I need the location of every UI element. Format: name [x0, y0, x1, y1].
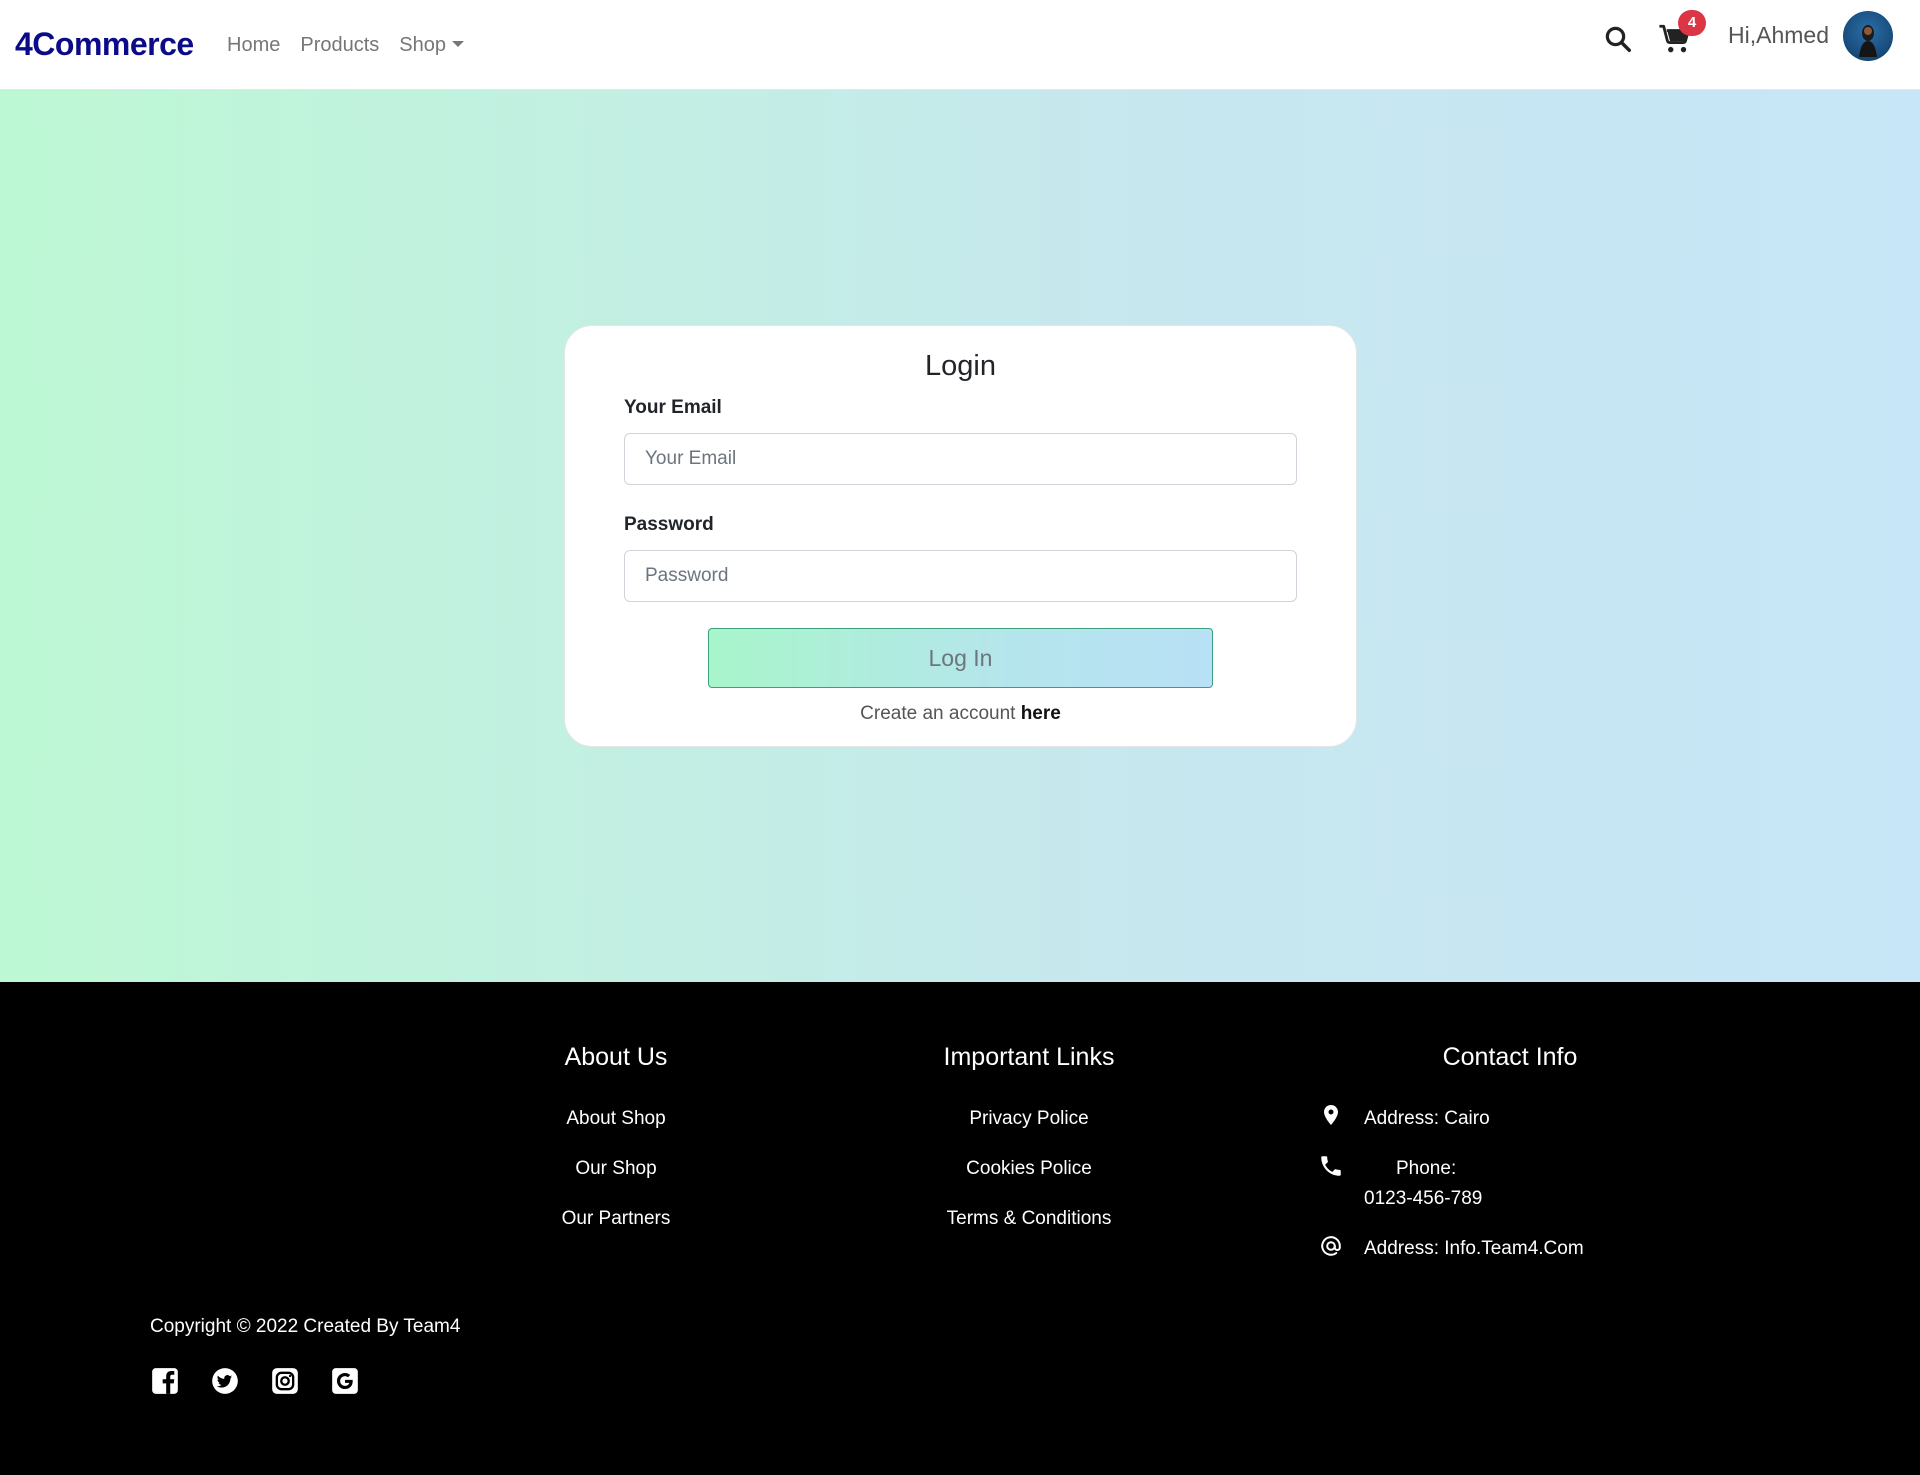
create-account-line: Create an account here — [565, 703, 1356, 725]
contact-phone-number: 0123-456-789 — [1364, 1188, 1483, 1209]
copyright-text: Copyright © 2022 Created By Team4 — [150, 1316, 461, 1337]
login-title: Login — [925, 350, 996, 382]
login-button[interactable]: Log In — [708, 628, 1213, 688]
important-links-heading: Important Links — [943, 1043, 1115, 1071]
privacy-policy-link[interactable]: Privacy Police — [879, 1108, 1179, 1130]
top-navbar: 4Commerce Home Products Shop 4 Hi,Ahmed — [0, 0, 1920, 90]
about-shop-link[interactable]: About Shop — [516, 1108, 716, 1130]
login-hero: Login Your Email Password Log In Create … — [0, 90, 1920, 982]
email-label: Your Email — [624, 397, 722, 418]
our-partners-link[interactable]: Our Partners — [516, 1208, 716, 1230]
password-label: Password — [624, 514, 714, 535]
user-greeting: Hi,Ahmed — [1728, 22, 1829, 48]
phone-icon — [1321, 1156, 1341, 1176]
contact-email: Address: Info.Team4.Com — [1364, 1238, 1584, 1259]
nav-home[interactable]: Home — [227, 34, 280, 57]
nav-links: Home Products Shop — [227, 34, 465, 57]
create-account-link[interactable]: here — [1021, 703, 1061, 724]
user-avatar[interactable] — [1843, 11, 1893, 61]
nav-products[interactable]: Products — [300, 34, 379, 57]
create-account-text: Create an account — [860, 703, 1021, 724]
brand-logo[interactable]: 4Commerce — [15, 26, 194, 63]
terms-conditions-link[interactable]: Terms & Conditions — [879, 1208, 1179, 1230]
at-sign-icon — [1321, 1236, 1341, 1256]
google-icon[interactable] — [331, 1367, 359, 1395]
twitter-icon[interactable] — [211, 1367, 239, 1395]
search-icon[interactable] — [1603, 24, 1633, 54]
password-field[interactable] — [624, 550, 1297, 602]
location-pin-icon — [1324, 1105, 1338, 1125]
about-us-heading: About Us — [564, 1043, 668, 1071]
our-shop-link[interactable]: Our Shop — [516, 1158, 716, 1180]
facebook-icon[interactable] — [151, 1367, 179, 1395]
caret-down-icon — [452, 40, 465, 47]
contact-phone-label: Phone: — [1396, 1158, 1457, 1179]
nav-shop-label: Shop — [399, 34, 447, 56]
login-card: Login Your Email Password Log In Create … — [564, 325, 1357, 747]
contact-info-heading: Contact Info — [1442, 1043, 1578, 1071]
nav-shop-dropdown[interactable]: Shop — [399, 34, 465, 57]
avatar-image — [1859, 25, 1877, 57]
instagram-icon[interactable] — [271, 1367, 299, 1395]
cart-count-badge: 4 — [1678, 10, 1706, 36]
site-footer: About Us About Shop Our Shop Our Partner… — [0, 982, 1920, 1475]
cookies-policy-link[interactable]: Cookies Police — [879, 1158, 1179, 1180]
contact-address: Address: Cairo — [1364, 1108, 1490, 1129]
email-field[interactable] — [624, 433, 1297, 485]
